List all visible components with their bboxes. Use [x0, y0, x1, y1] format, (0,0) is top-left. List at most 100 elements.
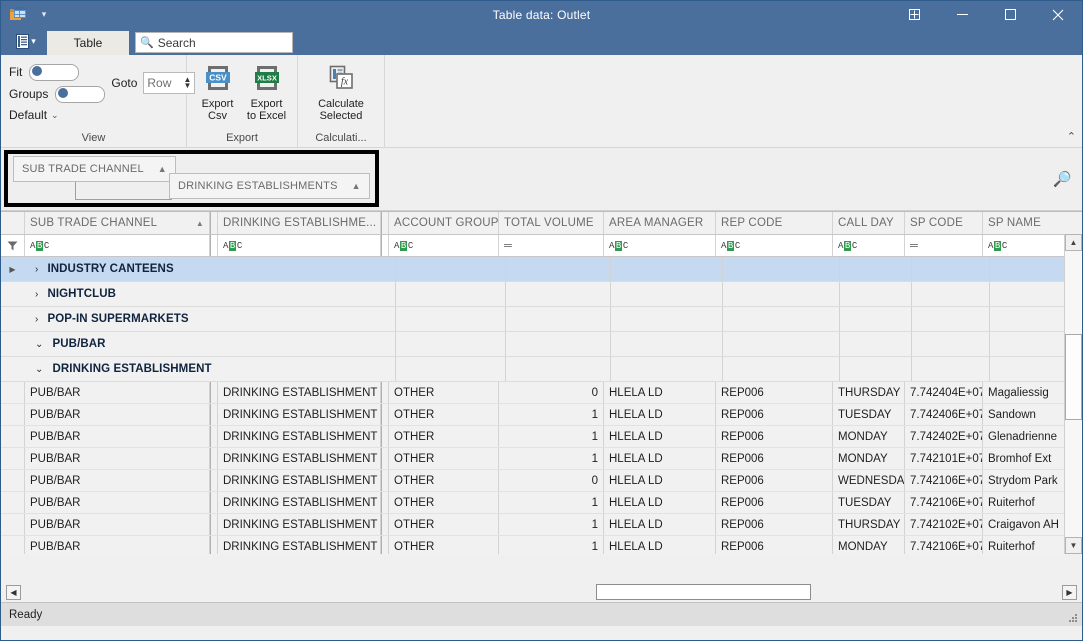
filter-cell-sub-trade-channel[interactable]: ABC: [25, 235, 210, 256]
cell-drinking-establishme: DRINKING ESTABLISHMENT: [218, 448, 381, 469]
group-row-cell: [723, 357, 840, 381]
filter-cell-sp-code[interactable]: ═: [905, 235, 983, 256]
row-indicator-cell[interactable]: [1, 382, 25, 403]
chevron-right-icon[interactable]: ›: [35, 264, 38, 275]
close-button[interactable]: [1034, 1, 1082, 28]
table-row[interactable]: PUB/BARDRINKING ESTABLISHMENTOTHER1HLELA…: [1, 448, 1082, 470]
export-to-excel-button[interactable]: XLSX Export to Excel: [244, 61, 289, 122]
row-indicator-blank: [1, 332, 24, 356]
group-chip-sub-trade-channel[interactable]: SUB TRADE CHANNEL ▲: [13, 156, 176, 182]
group-row-cell: [396, 257, 506, 281]
search-box[interactable]: 🔍 Search: [135, 32, 293, 53]
column-header-drinking-establishment[interactable]: DRINKING ESTABLISHME... ▲: [218, 212, 381, 234]
cell-account-group: OTHER: [389, 448, 499, 469]
chevron-down-icon[interactable]: ⌄: [35, 339, 43, 350]
ribbon-group-export-label: Export: [187, 129, 297, 147]
fit-toggle[interactable]: [29, 64, 79, 81]
svg-text:CSV: CSV: [209, 73, 227, 83]
scroll-down-button[interactable]: ▼: [1065, 537, 1082, 554]
sort-asc-icon[interactable]: ▲: [352, 181, 361, 191]
filter-cell-account-group[interactable]: ABC: [389, 235, 499, 256]
cell-call-day: MONDAY: [833, 426, 905, 447]
horizontal-scroll-thumb[interactable]: [596, 584, 811, 600]
tab-table[interactable]: Table: [47, 31, 129, 55]
chevron-right-icon[interactable]: ›: [35, 289, 38, 300]
cell-drinking-establishme: DRINKING ESTABLISHMENT: [218, 492, 381, 513]
groups-toggle[interactable]: [55, 86, 105, 103]
group-row[interactable]: ›NIGHTCLUB: [1, 282, 1082, 307]
group-row-label: DRINKING ESTABLISHMENT: [52, 363, 211, 375]
table-row[interactable]: PUB/BARDRINKING ESTABLISHMENTOTHER1HLELA…: [1, 492, 1082, 514]
maximize-button[interactable]: [986, 1, 1034, 28]
calculate-selected-button[interactable]: fx Calculate Selected: [306, 61, 376, 122]
column-header-total-volume[interactable]: TOTAL VOLUME: [499, 212, 604, 234]
row-indicator-cell[interactable]: [1, 536, 25, 554]
column-splitter[interactable]: [381, 212, 389, 234]
filter-cell-drinking-establishment[interactable]: ABC: [218, 235, 381, 256]
group-row[interactable]: ⌄PUB/BAR: [1, 332, 1082, 357]
collapse-ribbon-icon[interactable]: ⌃: [1067, 130, 1076, 143]
table-window-icon: [1, 1, 35, 28]
quick-access-caret-icon[interactable]: ▾: [35, 1, 53, 28]
sort-asc-icon[interactable]: ▲: [158, 164, 167, 174]
row-indicator-cell[interactable]: [1, 514, 25, 535]
grid-horizontal-scrollbar[interactable]: ◀ ▶: [1, 582, 1082, 602]
export-csv-button[interactable]: CSV Export Csv: [195, 61, 240, 122]
cell-drinking-establishme: DRINKING ESTABLISHMENT: [218, 426, 381, 447]
column-header-sp-name[interactable]: SP NAME: [983, 212, 1077, 234]
filter-cell-area-manager[interactable]: ABC: [604, 235, 716, 256]
group-chip-drinking-establishments[interactable]: DRINKING ESTABLISHMENTS ▲: [169, 173, 370, 199]
grid-body: ▶›INDUSTRY CANTEENS›NIGHTCLUB›POP-IN SUP…: [1, 257, 1082, 554]
column-header-sub-trade-channel[interactable]: SUB TRADE CHANNEL ▲: [25, 212, 210, 234]
table-row[interactable]: PUB/BARDRINKING ESTABLISHMENTOTHER1HLELA…: [1, 514, 1082, 536]
export-excel-label-2: to Excel: [247, 110, 286, 122]
row-indicator-cell[interactable]: [1, 404, 25, 425]
row-indicator-cell[interactable]: [1, 492, 25, 513]
row-indicator-cell[interactable]: [1, 448, 25, 469]
group-row-fill: [395, 307, 1082, 331]
column-header-call-day[interactable]: CALL DAY: [833, 212, 905, 234]
filter-cell-rep-code[interactable]: ABC: [716, 235, 833, 256]
sort-asc-icon[interactable]: ▲: [196, 219, 204, 228]
column-header-sp-code[interactable]: SP CODE: [905, 212, 983, 234]
abc-filter-icon: ABC: [988, 241, 1007, 251]
grid-search-icon[interactable]: 🔍: [1053, 170, 1072, 188]
group-row-cell: [611, 332, 723, 356]
table-row[interactable]: PUB/BARDRINKING ESTABLISHMENTOTHER0HLELA…: [1, 382, 1082, 404]
cell-sp-name: Strydom Park: [983, 470, 1060, 491]
group-row[interactable]: ▶›INDUSTRY CANTEENS: [1, 257, 1082, 282]
scroll-up-button[interactable]: ▲: [1065, 234, 1082, 251]
chevron-right-icon[interactable]: ›: [35, 314, 38, 325]
filter-funnel-icon[interactable]: [1, 235, 25, 256]
column-header-account-group[interactable]: ACCOUNT GROUP: [389, 212, 499, 234]
vertical-scroll-thumb[interactable]: [1065, 334, 1082, 420]
table-row[interactable]: PUB/BARDRINKING ESTABLISHMENTOTHER1HLELA…: [1, 536, 1082, 554]
chevron-down-icon[interactable]: ⌄: [35, 364, 43, 375]
scroll-right-button[interactable]: ▶: [1062, 585, 1077, 600]
filter-cell-total-volume[interactable]: ═: [499, 235, 604, 256]
filter-cell-sp-name[interactable]: ABC: [983, 235, 1060, 256]
column-splitter: [381, 404, 389, 425]
grid-vertical-scrollbar[interactable]: ▲ ▼: [1064, 234, 1082, 554]
row-indicator-cell[interactable]: [1, 470, 25, 491]
scroll-left-button[interactable]: ◀: [6, 585, 21, 600]
row-indicator-cell[interactable]: [1, 426, 25, 447]
file-menu-button[interactable]: ▾: [9, 28, 43, 55]
table-row[interactable]: PUB/BARDRINKING ESTABLISHMENTOTHER1HLELA…: [1, 426, 1082, 448]
column-header-area-manager[interactable]: AREA MANAGER: [604, 212, 716, 234]
table-row[interactable]: PUB/BARDRINKING ESTABLISHMENTOTHER1HLELA…: [1, 404, 1082, 426]
minimize-button[interactable]: [938, 1, 986, 28]
cell-rep-code: REP006: [716, 382, 833, 403]
group-row-cell: [840, 357, 912, 381]
search-input[interactable]: Search: [158, 36, 196, 50]
filter-cell-call-day[interactable]: ABC: [833, 235, 905, 256]
group-row-cell: [506, 257, 611, 281]
column-splitter[interactable]: [210, 212, 218, 234]
group-row[interactable]: ⌄ DRINKING ESTABLISHMENT: [1, 357, 1082, 382]
table-row[interactable]: PUB/BARDRINKING ESTABLISHMENTOTHER0HLELA…: [1, 470, 1082, 492]
default-layout-dropdown[interactable]: Default ⌄: [9, 105, 59, 125]
group-row[interactable]: ›POP-IN SUPERMARKETS: [1, 307, 1082, 332]
restore-down-button[interactable]: [890, 1, 938, 28]
resize-grip-icon[interactable]: [1068, 613, 1078, 623]
column-header-rep-code[interactable]: REP CODE: [716, 212, 833, 234]
